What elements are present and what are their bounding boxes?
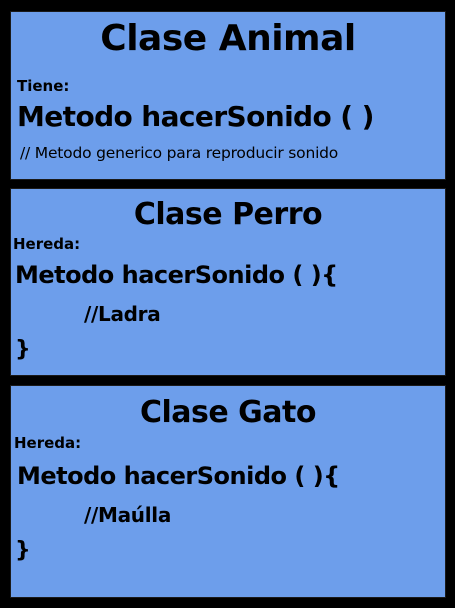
class-gato-label: Hereda: (14, 434, 82, 452)
class-perro-title: Clase Perro (133, 197, 323, 232)
class-gato-comment: //Maúlla (84, 503, 172, 527)
class-perro-label: Hereda: (13, 235, 81, 253)
class-gato-method: Metodo hacerSonido ( ){ (17, 462, 340, 490)
class-gato-closing-brace: } (15, 538, 31, 563)
class-perro-closing-brace: } (15, 337, 31, 362)
class-perro-method: Metodo hacerSonido ( ){ (15, 261, 338, 289)
class-animal-title: Clase Animal (100, 18, 356, 59)
class-animal-label: Tiene: (17, 77, 70, 95)
class-gato-title: Clase Gato (139, 395, 317, 430)
class-perro-comment: //Ladra (84, 302, 161, 326)
class-animal-comment: // Metodo generico para reproducir sonid… (20, 144, 339, 162)
class-perro-box: Clase Perro Hereda: Metodo hacerSonido (… (10, 188, 446, 376)
class-animal-method: Metodo hacerSonido ( ) (17, 100, 374, 133)
class-gato-box: Clase Gato Hereda: Metodo hacerSonido ( … (10, 385, 446, 598)
class-animal-box: Clase Animal Tiene: Metodo hacerSonido (… (10, 11, 446, 180)
